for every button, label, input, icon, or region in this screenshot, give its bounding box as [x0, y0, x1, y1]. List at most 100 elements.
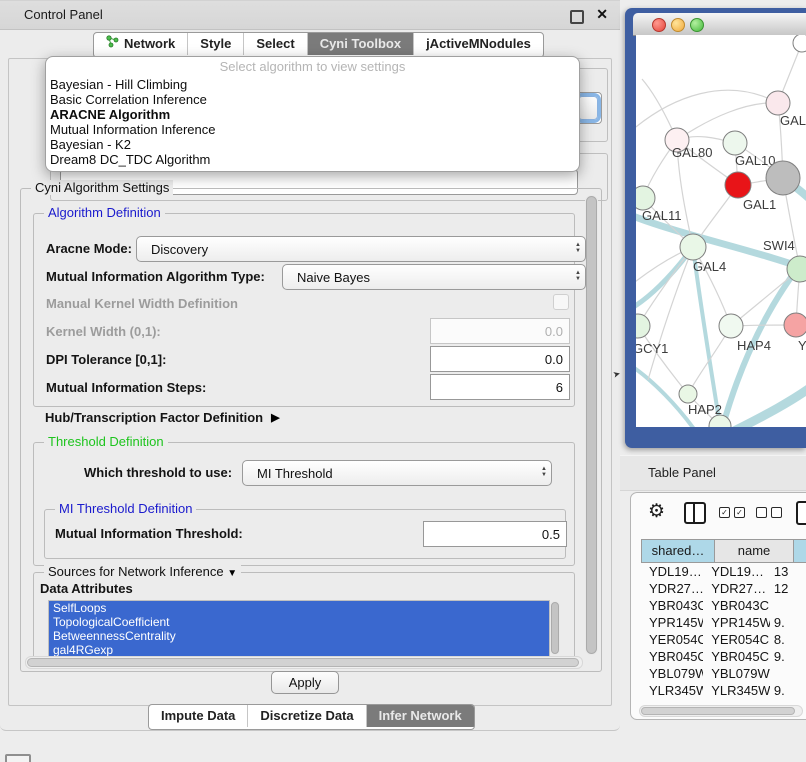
split-column-icon[interactable] [684, 502, 706, 524]
tab-infer-network[interactable]: Infer Network [367, 705, 474, 727]
tab-style[interactable]: Style [188, 33, 244, 55]
mi-steps-input[interactable]: 6 [430, 374, 570, 400]
corner-button[interactable] [5, 754, 31, 762]
table-body[interactable]: YDL19…YDL19…13YDR27…YDR27…12YBR043CYBR04… [641, 563, 806, 703]
apply-button[interactable]: Apply [271, 671, 339, 694]
network-node[interactable] [793, 35, 806, 52]
algorithm-option-dream8-dc-tdc-algorithm[interactable]: Dream8 DC_TDC Algorithm [46, 152, 579, 167]
tab-discretize-data[interactable]: Discretize Data [248, 705, 366, 727]
deselect-all-icon[interactable] [756, 507, 767, 518]
attribute-item-topologicalcoefficient[interactable]: TopologicalCoefficient [49, 615, 549, 629]
algorithm-option-bayesian-hill-climbing[interactable]: Bayesian - Hill Climbing [46, 77, 579, 92]
network-node[interactable] [766, 161, 800, 195]
tab-impute-data[interactable]: Impute Data [149, 705, 248, 727]
network-edge[interactable] [636, 90, 778, 131]
combo-stepper-icon[interactable] [578, 96, 598, 120]
attribute-item-gal4rgexp[interactable]: gal4RGexp [49, 643, 549, 657]
mi-threshold-definition-groupbox: MI Threshold Definition Mutual Informati… [44, 509, 566, 559]
network-node-hap2[interactable] [679, 385, 697, 403]
mi-algorithm-type-combo[interactable]: Naive Bayes ▲ ▼ [282, 264, 586, 290]
network-node-hap4[interactable] [719, 314, 743, 338]
network-edge[interactable] [638, 326, 688, 394]
sources-groupbox: Sources for Network Inference ▼ Data Att… [33, 572, 575, 657]
table-row[interactable]: YER054CYER054C8. [641, 631, 806, 648]
algorithm-option-aracne-algorithm[interactable]: ARACNE Algorithm [46, 107, 579, 122]
zoom-button[interactable] [690, 18, 704, 32]
table-hscrollbar[interactable] [639, 705, 803, 717]
settings-scrollbar[interactable] [585, 195, 598, 655]
column-header-name[interactable]: name [715, 539, 794, 563]
network-node-gal11[interactable] [636, 186, 655, 210]
float-window-icon[interactable] [570, 10, 584, 24]
table-cell: 9. [770, 648, 806, 665]
deselect-all-icon[interactable] [771, 507, 782, 518]
network-node-gal4[interactable] [680, 234, 706, 260]
aracne-mode-combo[interactable]: Discovery ▲ ▼ [136, 236, 586, 262]
dpi-tolerance-input[interactable]: 0.0 [430, 346, 570, 372]
attribute-item-betweennesscentrality[interactable]: BetweennessCentrality [49, 629, 549, 643]
table-cell: 8. [770, 631, 806, 648]
hub-definition-expander[interactable]: Hub/Transcription Factor Definition ▶ [45, 410, 280, 425]
close-button[interactable] [652, 18, 666, 32]
network-node-y[interactable] [784, 313, 806, 337]
select-all-icon[interactable]: ✓ [719, 507, 730, 518]
gear-icon[interactable]: ⚙ [648, 500, 665, 523]
combo-stepper-icon[interactable]: ▲ ▼ [575, 243, 581, 255]
network-node-gcy1[interactable] [636, 314, 650, 338]
column-header-shared[interactable]: shared… [641, 539, 715, 563]
settings-hscrollbar-thumb[interactable] [27, 658, 579, 667]
combo-stepper-icon[interactable]: ▲ ▼ [541, 467, 547, 479]
tab-network[interactable]: Network [94, 33, 188, 55]
tab-select[interactable]: Select [244, 33, 307, 55]
table-row[interactable]: YLR345WYLR345W9. [641, 682, 806, 699]
tab-jactivemnodules[interactable]: jActiveMNodules [414, 33, 543, 55]
algorithm-option-mutual-information-inference[interactable]: Mutual Information Inference [46, 122, 579, 137]
close-panel-icon[interactable]: ✕ [596, 6, 608, 23]
network-node-gal10[interactable] [723, 131, 747, 155]
tab-label: Style [200, 33, 231, 55]
table-row[interactable]: YDR27…YDR27…12 [641, 580, 806, 597]
sources-title-row[interactable]: Sources for Network Inference ▼ [44, 564, 241, 579]
network-window-titlebar[interactable] [633, 13, 806, 36]
network-canvas[interactable]: GALGAL80GAL10GAL1GAL11GAL4SWI4GCY1HAP4YH… [636, 35, 806, 427]
combo-stepper-icon[interactable]: ▲ ▼ [575, 271, 581, 283]
table-row[interactable]: YBR043CYBR043C [641, 597, 806, 614]
minimize-button[interactable] [671, 18, 685, 32]
select-all-icon[interactable]: ✓ [734, 507, 745, 518]
attribute-item-selfloops[interactable]: SelfLoops [49, 601, 549, 615]
network-edge-highlighted[interactable] [734, 385, 806, 427]
mi-threshold-definition-title: MI Threshold Definition [55, 501, 196, 516]
column-header-a[interactable]: A [794, 539, 806, 563]
network-node-label: GAL80 [672, 145, 712, 160]
table-row[interactable]: YPR145WYPR145W9. [641, 614, 806, 631]
network-edge[interactable] [648, 247, 693, 380]
table-hscrollbar-thumb[interactable] [641, 707, 795, 715]
table-row[interactable]: YDL19…YDL19…13 [641, 563, 806, 580]
table-cell [770, 597, 806, 614]
algorithm-option-bayesian-k2[interactable]: Bayesian - K2 [46, 137, 579, 152]
table-cell: 13 [770, 563, 806, 580]
settings-scrollbar-thumb[interactable] [586, 196, 597, 654]
attributes-scrollbar-thumb[interactable] [551, 602, 559, 654]
network-node-gal1[interactable] [725, 172, 751, 198]
mouse-cursor: ➤ [612, 368, 622, 381]
network-node-gal[interactable] [766, 91, 790, 115]
algorithm-option-basic-correlation-inference[interactable]: Basic Correlation Inference [46, 92, 579, 107]
algorithm-dropdown[interactable]: Select algorithm to view settings Bayesi… [45, 56, 580, 172]
attributes-scrollbar[interactable] [550, 601, 560, 655]
kernel-width-input[interactable]: 0.0 [430, 318, 570, 344]
network-graph[interactable]: GALGAL80GAL10GAL1GAL11GAL4SWI4GCY1HAP4YH… [636, 35, 806, 427]
settings-hscrollbar[interactable] [25, 656, 583, 669]
table-row[interactable]: YIL052CYIL052C9 [641, 699, 806, 703]
cyni-algorithm-settings-groupbox: Cyni Algorithm Settings Algorithm Defini… [20, 188, 602, 672]
tab-cyni-toolbox[interactable]: Cyni Toolbox [308, 33, 414, 55]
manual-kernel-checkbox[interactable] [553, 294, 569, 310]
which-threshold-combo[interactable]: MI Threshold ▲ ▼ [242, 460, 552, 486]
mutual-information-threshold-input[interactable]: 0.5 [423, 521, 567, 547]
data-attributes-list[interactable]: SelfLoopsTopologicalCoefficientBetweenne… [48, 600, 550, 659]
table-icon[interactable] [796, 501, 806, 525]
network-edge[interactable] [638, 247, 693, 326]
table-row[interactable]: YBR045CYBR045C9. [641, 648, 806, 665]
table-row[interactable]: YBL079WYBL079W [641, 665, 806, 682]
tab-label: Network [124, 33, 175, 55]
